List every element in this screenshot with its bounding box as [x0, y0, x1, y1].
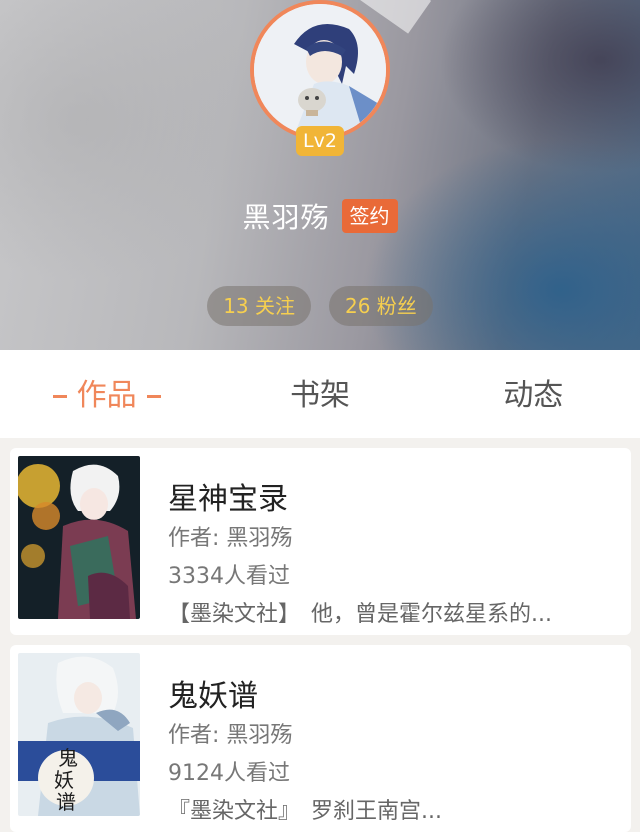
- followers-button[interactable]: 26 粉丝: [329, 286, 433, 326]
- tab-activity[interactable]: 动态: [427, 350, 640, 438]
- book-title: 星神宝录: [168, 482, 288, 517]
- svg-text:鬼: 鬼: [58, 746, 78, 770]
- book-author: 作者: 黑羽殇: [168, 526, 293, 551]
- tab-bar: 作品 书架 动态: [0, 350, 640, 438]
- book-author: 作者: 黑羽殇: [168, 723, 293, 748]
- signed-badge: 签约: [341, 199, 398, 233]
- book-views: 9124人看过: [168, 761, 290, 786]
- tab-indicator-left: [52, 395, 67, 398]
- book-cover: 鬼 妖 谱: [18, 653, 140, 816]
- tab-activity-label: 动态: [503, 378, 564, 413]
- book-cover-illustration: 鬼 妖 谱: [18, 653, 140, 816]
- tab-indicator-right: [146, 395, 161, 398]
- avatar[interactable]: [250, 0, 390, 140]
- tab-bookshelf[interactable]: 书架: [213, 350, 426, 438]
- name-row: 黑羽殇 签约: [0, 196, 640, 236]
- avatar-illustration: [254, 4, 386, 136]
- username: 黑羽殇: [242, 201, 330, 234]
- book-cover: [18, 456, 140, 619]
- profile-header: Lv2 黑羽殇 签约 13 关注 26 粉丝: [0, 0, 640, 350]
- book-views: 3334人看过: [168, 564, 290, 589]
- book-title: 鬼妖谱: [168, 679, 258, 714]
- svg-text:妖: 妖: [54, 768, 74, 792]
- tab-works-label: 作品: [76, 378, 137, 413]
- book-list: 星神宝录 作者: 黑羽殇 3334人看过 【墨染文社】 他，曾是霍尔兹星系的..…: [0, 438, 640, 832]
- book-cover-illustration: [18, 456, 140, 619]
- following-button[interactable]: 13 关注: [207, 286, 311, 326]
- book-description: 【墨染文社】 他，曾是霍尔兹星系的...: [168, 602, 552, 627]
- stats-row: 13 关注 26 粉丝: [0, 286, 640, 326]
- level-badge: Lv2: [296, 126, 344, 156]
- book-description: 『墨染文社』 罗刹王南宫...: [168, 799, 442, 824]
- tab-bookshelf-label: 书架: [289, 378, 350, 413]
- tab-works[interactable]: 作品: [0, 350, 213, 438]
- book-card[interactable]: 星神宝录 作者: 黑羽殇 3334人看过 【墨染文社】 他，曾是霍尔兹星系的..…: [10, 448, 631, 635]
- svg-text:谱: 谱: [56, 790, 76, 814]
- book-card[interactable]: 鬼 妖 谱 鬼妖谱 作者: 黑羽殇 9124人看过 『墨染文社』 罗刹王南宫..…: [10, 645, 631, 832]
